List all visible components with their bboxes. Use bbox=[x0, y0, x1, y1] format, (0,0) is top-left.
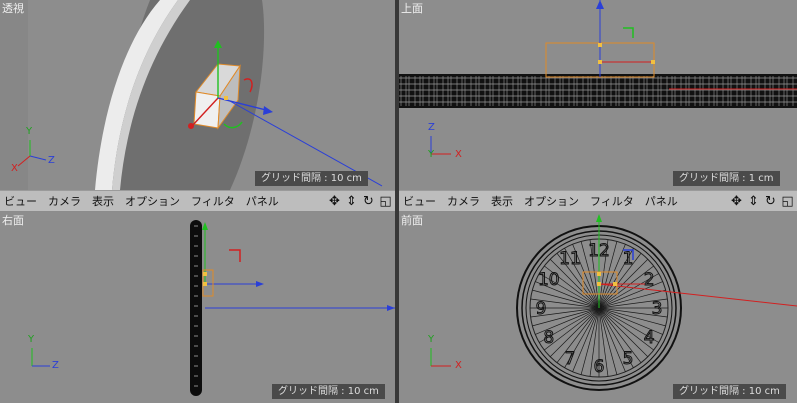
menu-display-2[interactable]: 表示 bbox=[487, 193, 520, 209]
axis-label-y: Y bbox=[26, 126, 33, 137]
grid-spacing-top: グリッド間隔 : 1 cm bbox=[673, 171, 780, 186]
axis-label-x-top: X bbox=[455, 149, 462, 160]
menu-panel[interactable]: パネル bbox=[242, 193, 286, 209]
menu-filter-2[interactable]: フィルタ bbox=[586, 193, 641, 209]
dolly-view-icon[interactable]: ⇕ bbox=[344, 194, 359, 209]
top-scene[interactable] bbox=[399, 0, 797, 190]
dolly-view-icon[interactable]: ⇕ bbox=[746, 194, 761, 209]
toggle-layout-icon[interactable]: ◱ bbox=[780, 194, 795, 209]
axis-label-z-top: Z bbox=[428, 122, 435, 133]
menu-view[interactable]: ビュー bbox=[0, 193, 44, 209]
clock-numeral: 2 bbox=[644, 270, 655, 290]
menu-view-2[interactable]: ビュー bbox=[399, 193, 443, 209]
menu-camera-2[interactable]: カメラ bbox=[443, 193, 487, 209]
clock-numeral: 6 bbox=[594, 357, 605, 377]
axis-label-x-front: X bbox=[455, 360, 462, 371]
menu-display[interactable]: 表示 bbox=[88, 193, 121, 209]
clock-numeral: 9 bbox=[536, 299, 547, 319]
right-scene[interactable] bbox=[0, 212, 395, 403]
perspective-scene[interactable] bbox=[0, 0, 395, 190]
menu-filter[interactable]: フィルタ bbox=[187, 193, 242, 209]
clock-numeral: 7 bbox=[565, 349, 576, 369]
menu-panel-2[interactable]: パネル bbox=[641, 193, 685, 209]
clock-numeral: 11 bbox=[559, 249, 581, 269]
grid-spacing-front: グリッド間隔 : 10 cm bbox=[673, 384, 786, 399]
axis-label-y-top: Y bbox=[428, 149, 435, 160]
rotate-view-icon[interactable]: ↻ bbox=[763, 194, 778, 209]
front-scene[interactable]: 12 1234567891011 bbox=[399, 212, 797, 403]
viewport-label-right: 右面 bbox=[2, 214, 24, 227]
viewport-top[interactable]: 上面 Z Y X グリッド間隔 : 1 cm bbox=[399, 0, 797, 190]
axis-label-y-front: Y bbox=[428, 334, 435, 345]
clock-numeral: 8 bbox=[543, 328, 554, 348]
viewport-front[interactable]: 12 1 2 3 4 5 6 7 8 9 10 11 前面 Y X グリッド間隔 : 10 cm bbox=[399, 212, 797, 403]
viewport-label-front: 前面 bbox=[401, 214, 423, 227]
menu-options[interactable]: オプション bbox=[121, 193, 187, 209]
menubar-right: ビュー カメラ 表示 オプション フィルタ パネル ✥ ⇕ ↻ ◱ bbox=[399, 190, 797, 212]
axis-label-z: Z bbox=[48, 155, 55, 166]
axis-label-y-right: Y bbox=[28, 334, 35, 345]
rotate-view-icon[interactable]: ↻ bbox=[361, 194, 376, 209]
move-view-icon[interactable]: ✥ bbox=[729, 194, 744, 209]
viewport-label-top: 上面 bbox=[401, 2, 423, 15]
clock-numeral: 1 bbox=[623, 249, 634, 269]
grid-spacing-right: グリッド間隔 : 10 cm bbox=[272, 384, 385, 399]
axis-label-x: X bbox=[11, 163, 18, 174]
viewport-label-perspective: 透視 bbox=[2, 2, 24, 15]
menu-options-2[interactable]: オプション bbox=[520, 193, 586, 209]
clock-numeral: 4 bbox=[644, 328, 655, 348]
axis-label-z-right: Z bbox=[52, 360, 59, 371]
viewport-right[interactable]: 右面 Y Z グリッド間隔 : 10 cm bbox=[0, 212, 395, 403]
clock-numeral: 5 bbox=[623, 349, 634, 369]
clock-numeral: 10 bbox=[538, 270, 560, 290]
toggle-layout-icon[interactable]: ◱ bbox=[378, 194, 393, 209]
grid-spacing-perspective: グリッド間隔 : 10 cm bbox=[255, 171, 368, 186]
move-view-icon[interactable]: ✥ bbox=[327, 194, 342, 209]
menubar-left: ビュー カメラ 表示 オプション フィルタ パネル ✥ ⇕ ↻ ◱ bbox=[0, 190, 395, 212]
menu-camera[interactable]: カメラ bbox=[44, 193, 88, 209]
viewport-perspective[interactable]: 透視 Y Z X グリッド間隔 : 10 cm bbox=[0, 0, 395, 190]
clock-numeral: 3 bbox=[652, 299, 663, 319]
